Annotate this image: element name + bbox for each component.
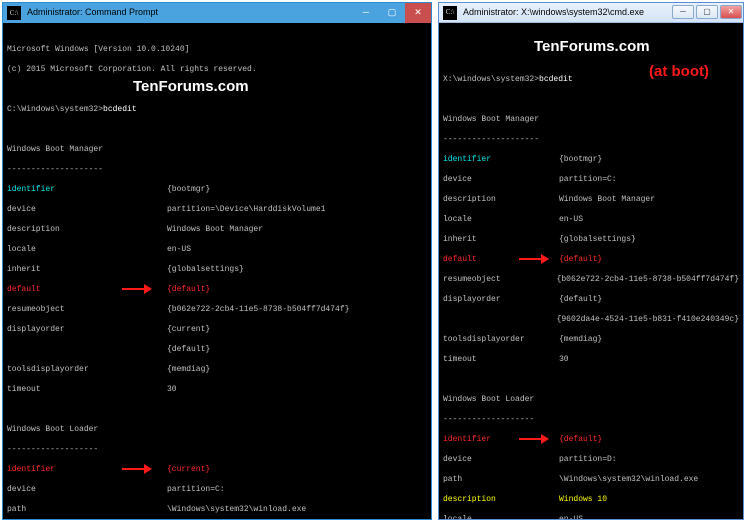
val-identifier: {current} — [167, 465, 210, 475]
window-controls: ─ ▢ ✕ — [353, 3, 431, 23]
arrow-icon — [519, 436, 549, 442]
minimize-button[interactable]: ─ — [353, 3, 379, 23]
window-title: Administrator: Command Prompt — [25, 7, 353, 18]
cmd-icon: C:\ — [7, 6, 21, 20]
maximize-button[interactable]: ▢ — [696, 5, 718, 19]
section-title: Windows Boot Manager — [7, 145, 427, 155]
command: bcdedit — [539, 75, 573, 84]
titlebar-left[interactable]: C:\ Administrator: Command Prompt ─ ▢ ✕ — [3, 3, 431, 23]
minimize-button[interactable]: ─ — [672, 5, 694, 19]
cmd-window-left: C:\ Administrator: Command Prompt ─ ▢ ✕ … — [2, 2, 432, 520]
window-controls: ─ ▢ ✕ — [671, 3, 743, 22]
close-button[interactable]: ✕ — [720, 5, 742, 19]
header-line: Microsoft Windows [Version 10.0.10240] — [7, 45, 427, 55]
cmd-icon: C:\ — [443, 6, 457, 20]
arrow-icon — [519, 256, 549, 262]
key-description: description — [443, 495, 559, 505]
val-default: {default} — [167, 285, 210, 295]
arrow-icon — [122, 466, 152, 472]
section-title: Windows Boot Loader — [7, 425, 427, 435]
prompt: C:\Windows\system32> — [7, 105, 103, 114]
boot-label: (at boot) — [649, 63, 709, 82]
window-title: Administrator: X:\windows\system32\cmd.e… — [461, 7, 671, 18]
titlebar-right[interactable]: C:\ Administrator: X:\windows\system32\c… — [439, 3, 743, 23]
command: bcdedit — [103, 105, 137, 114]
section-title: Windows Boot Manager — [443, 115, 739, 125]
section-title: Windows Boot Loader — [443, 395, 739, 405]
maximize-button[interactable]: ▢ — [379, 3, 405, 23]
val: {bootmgr} — [167, 185, 210, 195]
section-sep: ------------------- — [7, 445, 427, 455]
val-description: Windows 10 — [559, 495, 607, 505]
section-sep: ------------------- — [443, 415, 739, 425]
key-identifier: identifier — [443, 155, 559, 165]
val-identifier: {default} — [559, 435, 602, 445]
terminal-right[interactable]: TenForums.com (at boot) X:\windows\syste… — [439, 23, 743, 519]
watermark: TenForums.com — [534, 38, 650, 57]
cmd-window-right: C:\ Administrator: X:\windows\system32\c… — [438, 2, 744, 520]
arrow-icon — [122, 286, 152, 292]
header-line: (c) 2015 Microsoft Corporation. All righ… — [7, 65, 427, 75]
terminal-left[interactable]: TenForums.com Microsoft Windows [Version… — [3, 23, 431, 519]
prompt: X:\windows\system32> — [443, 75, 539, 84]
val-default: {default} — [559, 255, 602, 265]
close-button[interactable]: ✕ — [405, 3, 431, 23]
section-sep: -------------------- — [7, 165, 427, 175]
key-identifier: identifier — [7, 185, 167, 195]
section-sep: -------------------- — [443, 135, 739, 145]
